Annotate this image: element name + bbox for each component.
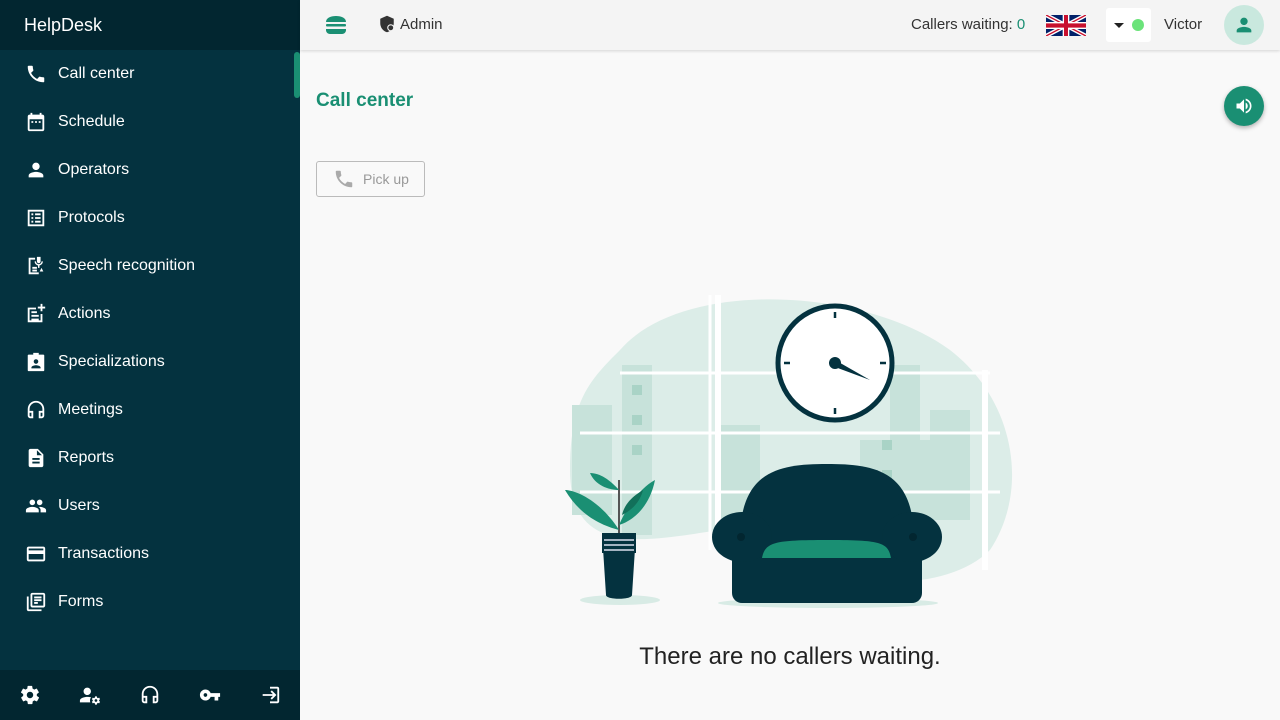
status-dropdown[interactable]: [1106, 8, 1151, 42]
logout-icon[interactable]: [240, 670, 300, 720]
sidebar-item-schedule[interactable]: Schedule: [0, 98, 300, 146]
person-icon: [1236, 17, 1252, 33]
forms-icon: [24, 590, 48, 614]
burger-icon[interactable]: [324, 13, 348, 37]
username: Victor: [1164, 16, 1203, 33]
online-status-dot: [1131, 19, 1144, 31]
headset-icon: [24, 398, 48, 422]
admin-label: Admin: [400, 15, 443, 33]
key-icon[interactable]: [180, 670, 240, 720]
note-add-icon: [24, 302, 48, 326]
sound-button[interactable]: [1224, 86, 1264, 126]
sidebar-item-specializations[interactable]: Specializations: [0, 338, 300, 386]
sidebar-item-label: Schedule: [58, 113, 125, 130]
callers-count: 0: [1016, 16, 1026, 33]
sidebar-item-actions[interactable]: Actions: [0, 290, 300, 338]
callers-label: Callers waiting:: [911, 16, 1013, 33]
sidebar-item-transactions[interactable]: Transactions: [0, 530, 300, 578]
person-icon: [24, 158, 48, 182]
sidebar-item-label: Operators: [58, 161, 130, 178]
sidebar-item-label: Call center: [58, 65, 135, 82]
pickup-button[interactable]: Pick up: [316, 161, 425, 197]
caret-down-icon: [1113, 22, 1124, 28]
sidebar-item-speech-recognition[interactable]: Speech recognition: [0, 242, 300, 290]
sidebar-item-operators[interactable]: Operators: [0, 146, 300, 194]
calendar-icon: [24, 110, 48, 134]
uk-flag-icon[interactable]: [1045, 13, 1087, 38]
mic-document-icon: [24, 254, 48, 278]
volume-icon: [1236, 98, 1252, 114]
document-icon: [24, 446, 48, 470]
phone-icon: [24, 62, 48, 86]
sidebar-item-label: Meetings: [58, 401, 123, 418]
sidebar-item-users[interactable]: Users: [0, 482, 300, 530]
shield-icon: [380, 15, 395, 33]
sidebar-item-label: Specializations: [58, 353, 165, 370]
sidebar-scrollbar[interactable]: [294, 52, 300, 98]
list-icon: [24, 206, 48, 230]
app-title: HelpDesk: [0, 0, 300, 50]
sidebar-item-label: Forms: [58, 593, 104, 610]
page-title: Call center: [316, 90, 414, 111]
sidebar-item-label: Users: [58, 497, 100, 514]
sidebar-item-forms[interactable]: Forms: [0, 578, 300, 626]
sidebar-footer: [0, 670, 300, 720]
sidebar-item-label: Speech recognition: [58, 257, 195, 274]
admin-role: Admin: [378, 15, 443, 33]
sidebar-item-reports[interactable]: Reports: [0, 434, 300, 482]
sidebar-item-label: Protocols: [58, 209, 125, 226]
phone-icon: [335, 170, 353, 188]
sidebar-nav: Call center Schedule Operators Protocols…: [0, 50, 300, 626]
avatar[interactable]: [1224, 5, 1264, 45]
sidebar: HelpDesk Call center Schedule Operators …: [0, 0, 300, 720]
sidebar-item-label: Actions: [58, 305, 111, 322]
sidebar-item-call-center[interactable]: Call center: [0, 50, 300, 98]
headset-icon[interactable]: [120, 670, 180, 720]
pickup-label: Pick up: [363, 171, 409, 187]
empty-state-illustration: [560, 290, 1020, 615]
settings-icon[interactable]: [0, 670, 60, 720]
sidebar-item-label: Transactions: [58, 545, 149, 562]
credit-card-icon: [24, 542, 48, 566]
empty-state-message: There are no callers waiting.: [639, 643, 941, 670]
badge-icon: [24, 350, 48, 374]
sidebar-item-protocols[interactable]: Protocols: [0, 194, 300, 242]
sidebar-item-meetings[interactable]: Meetings: [0, 386, 300, 434]
topbar: Admin Callers waiting: 0 Victor: [300, 0, 1280, 50]
user-settings-icon[interactable]: [60, 670, 120, 720]
people-icon: [24, 494, 48, 518]
sidebar-item-label: Reports: [58, 449, 115, 466]
callers-waiting: Callers waiting: 0: [911, 16, 1025, 33]
